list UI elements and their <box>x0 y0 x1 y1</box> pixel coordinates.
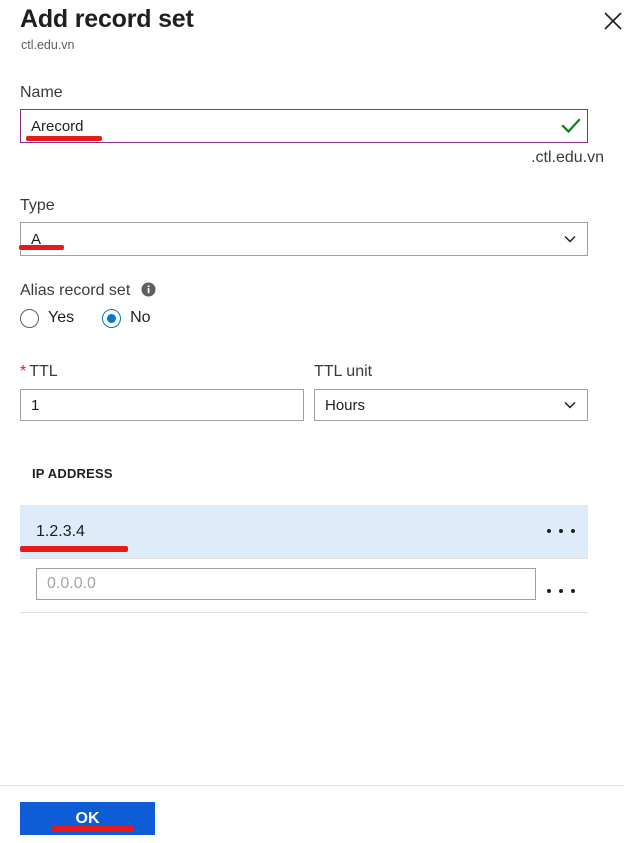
ellipsis-dot <box>559 589 563 593</box>
ellipsis-dot <box>559 529 563 533</box>
ellipsis-icon[interactable] <box>545 518 577 544</box>
radio-circle-unchecked-icon <box>20 308 39 328</box>
alias-radio-no-label: No <box>130 309 151 326</box>
name-label: Name <box>20 84 63 101</box>
name-suffix-label: .ctl.edu.vn <box>531 149 604 166</box>
alias-label: Alias record set <box>20 281 156 301</box>
ellipsis-dot <box>547 529 551 533</box>
ip-address-row-selected[interactable]: 1.2.3.4 <box>20 505 588 558</box>
radio-circle-checked-icon <box>102 308 122 328</box>
type-select-value: A <box>31 230 42 248</box>
name-input[interactable] <box>20 109 588 143</box>
ttl-label: * TTL <box>20 362 58 382</box>
ellipsis-icon[interactable] <box>545 578 577 604</box>
page-subtitle: ctl.edu.vn <box>21 38 75 52</box>
ip-row-divider <box>20 558 588 559</box>
ttl-unit-select-value: Hours <box>325 396 366 414</box>
alias-radio-no[interactable]: No <box>102 308 151 328</box>
ellipsis-dot <box>547 589 551 593</box>
ip-section-bottom-divider <box>20 612 588 613</box>
panel-header: Add record set ctl.edu.vn <box>0 0 624 68</box>
type-label: Type <box>20 197 55 214</box>
chevron-down-icon <box>563 398 577 412</box>
close-icon <box>602 10 624 32</box>
info-icon[interactable] <box>141 282 156 297</box>
ttl-unit-select[interactable]: Hours <box>314 389 588 421</box>
alias-radio-group: Yes No <box>20 308 179 328</box>
ip-address-input[interactable] <box>36 568 536 600</box>
close-button[interactable] <box>596 6 624 36</box>
ellipsis-dot <box>571 589 575 593</box>
ip-address-value: 1.2.3.4 <box>36 522 85 540</box>
ok-button[interactable]: OK <box>20 802 155 835</box>
ttl-input[interactable] <box>20 389 304 421</box>
type-select[interactable]: A <box>20 222 588 256</box>
alias-radio-yes-label: Yes <box>48 309 75 326</box>
ttl-unit-label: TTL unit <box>314 363 373 380</box>
alias-label-text: Alias record set <box>20 282 131 299</box>
ellipsis-dot <box>571 529 575 533</box>
chevron-down-icon <box>563 232 577 246</box>
add-record-set-panel: Add record set ctl.edu.vn Name .ctl.edu.… <box>0 0 624 843</box>
footer-divider <box>0 785 624 786</box>
radio-dot <box>107 313 117 323</box>
required-marker: * <box>20 363 27 380</box>
page-title: Add record set <box>20 5 194 33</box>
ip-address-section-caption: IP ADDRESS <box>32 466 113 481</box>
ttl-label-text: TTL <box>29 363 58 380</box>
alias-radio-yes[interactable]: Yes <box>20 308 74 328</box>
